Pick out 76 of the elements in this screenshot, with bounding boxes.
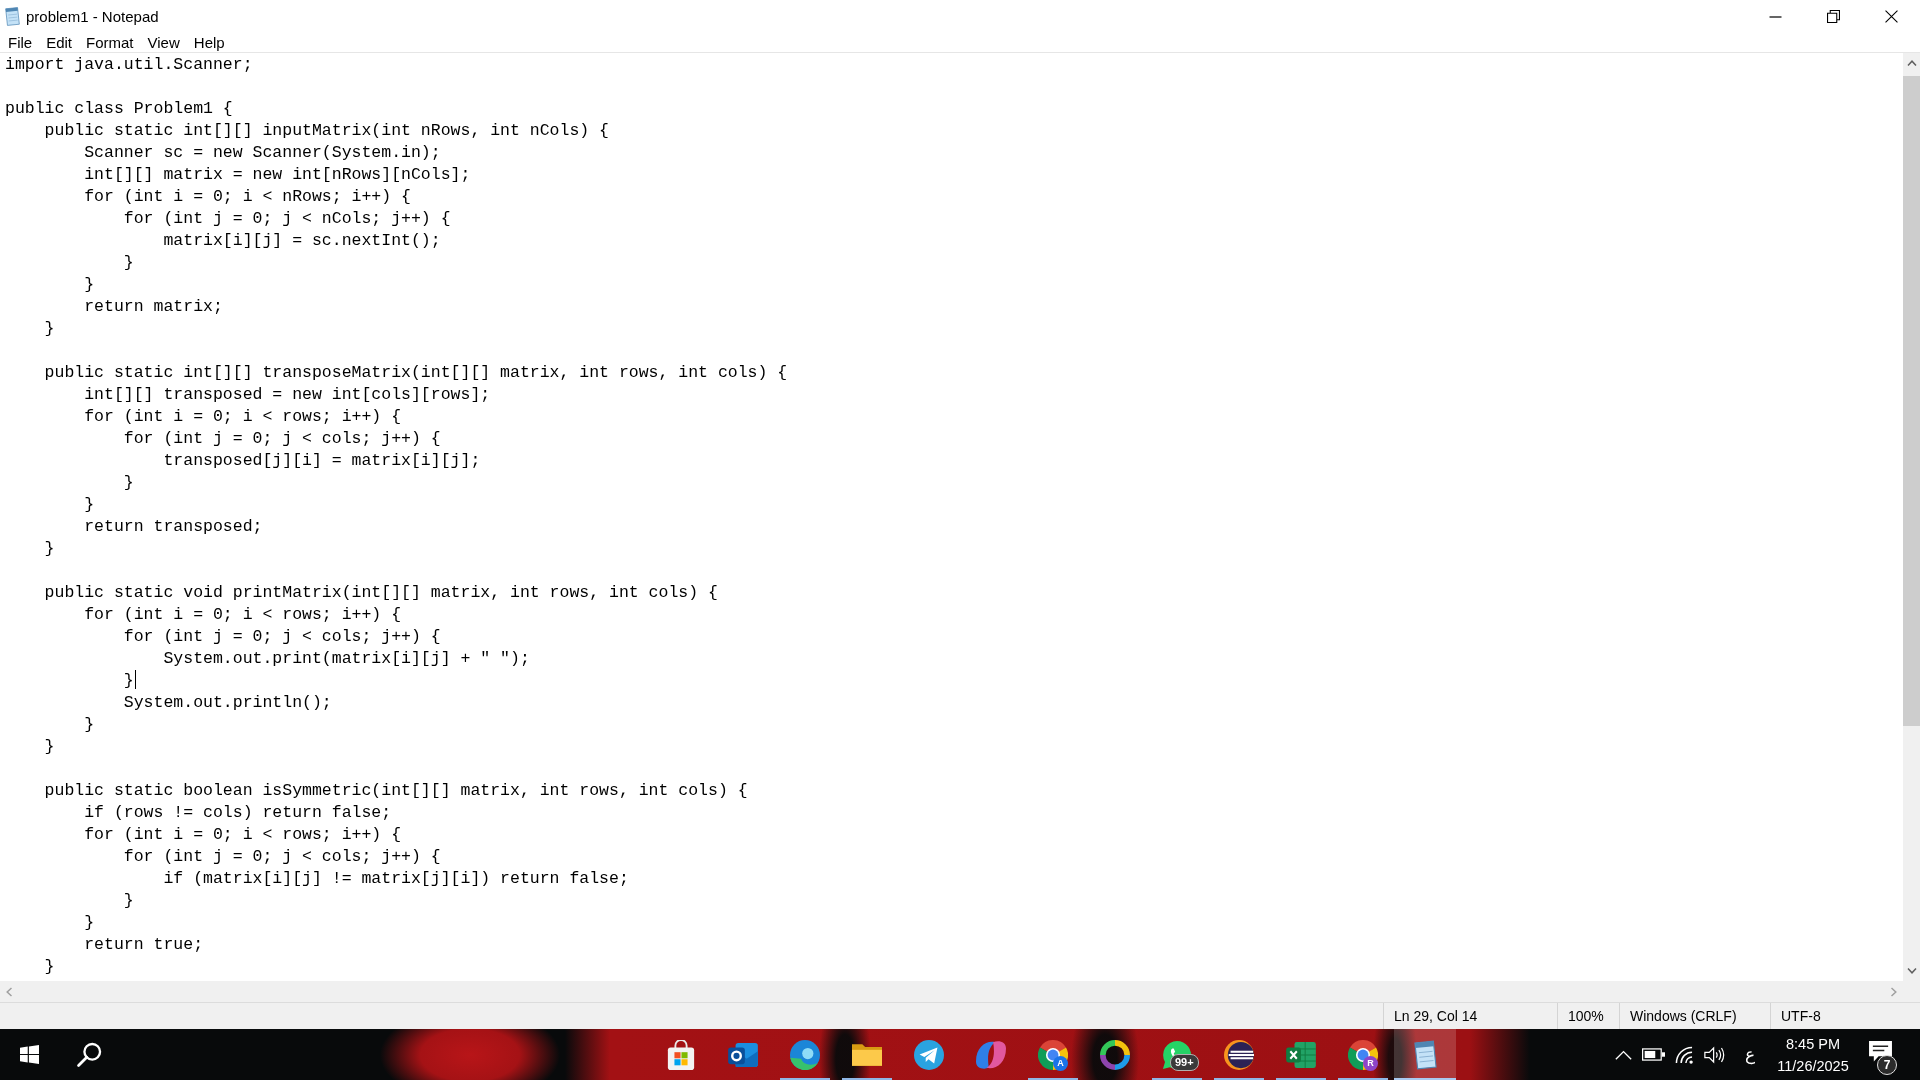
menu-item[interactable]: File [1,33,40,52]
minimize-icon[interactable] [1768,15,1782,18]
swirl-icon[interactable] [790,1039,820,1070]
code-line: for (int i = 0; i < rows; i++) { [83,605,402,624]
code-line: public static boolean isSymmetric(int[][] matrix, int rows, int cols) { [43,781,748,800]
close-icon[interactable] [1884,10,1898,23]
code-line: System.out.println(); [122,693,332,712]
code-line: for (int i = 0; i < rows; i++) { [83,825,402,844]
ribbon-icon[interactable] [976,1040,1006,1069]
code-line: public static int[][] transposeMatrix(int[][] matrix, int rows, int cols) { [43,363,788,382]
code-line: } [83,913,95,932]
count-badge: 99+ [1170,1054,1199,1071]
code-line: return transposed; [83,517,263,536]
clock-button[interactable]: 8:45 PM 11/26/2025 [1770,1029,1856,1080]
notepad-icon [5,7,20,26]
code-line: if (matrix[i][j] != matrix[j][i]) return false; [162,869,629,888]
code-line: for (int j = 0; j < cols; j++) { [122,627,441,646]
code-line: import java.util.Scanner; [5,55,253,74]
shopping-bag-icon[interactable] [666,1039,696,1070]
menu-item[interactable]: Format [79,33,141,52]
mail-icon[interactable] [728,1041,758,1068]
code-line: } [122,891,134,910]
taskbar-button[interactable] [1394,1029,1456,1080]
code-line: public static void printMatrix(int[][] matrix, int rows, int cols) { [43,583,718,602]
code-line: for (int i = 0; i < rows; i++) { [83,407,402,426]
code-line: transposed[j][i] = matrix[i][j]; [162,451,481,470]
code-line: matrix[i][j] = sc.nextInt(); [162,231,441,250]
code-line: Scanner sc = new Scanner(System.in); [83,143,441,162]
menu-item[interactable]: Edit [39,33,80,52]
language-indicator[interactable]: ع [1729,1029,1770,1080]
four-panes-icon[interactable] [19,1045,39,1064]
code-line: } [83,715,95,734]
restore-icon[interactable] [1826,10,1840,23]
code-line: if (rows != cols) return false; [83,803,392,822]
spreadsheet-icon[interactable] [1286,1041,1316,1068]
speaker-icon[interactable] [1703,1045,1725,1064]
code-line: } [83,495,95,514]
code-line: for (int j = 0; j < nCols; j++) { [122,209,451,228]
code-line: for (int i = 0; i < nRows; i++) { [83,187,411,206]
code-line: } [43,957,55,976]
code-line: int[][] matrix = new int[nRows][nCols]; [83,165,471,184]
code-line: } [122,253,134,272]
notification-icon[interactable] [1869,1041,1892,1062]
code-line: for (int j = 0; j < cols; j++) { [122,847,441,866]
scrollbar-thumb[interactable] [1903,76,1920,726]
code-line: public class Problem1 { [5,99,233,118]
count-badge: 7 [1877,1055,1897,1075]
code-line: } [43,319,55,338]
color-ring-icon[interactable] [1100,1039,1130,1070]
paper-plane-icon[interactable] [914,1039,944,1070]
wifi-icon[interactable] [1675,1045,1693,1064]
line-ending: Windows (CRLF) [1630,1008,1737,1024]
code-line: System.out.print(matrix[i][j] + " "); [162,649,530,668]
code-line: for (int j = 0; j < cols; j++) { [122,429,441,448]
zoom-level: 100% [1568,1008,1604,1024]
encoding: UTF-8 [1781,1008,1821,1024]
striped-planet-icon[interactable] [1224,1039,1254,1070]
code-line: return true; [83,935,204,954]
battery-icon[interactable] [1642,1048,1665,1061]
code-line: return matrix; [83,297,223,316]
code-line: public static int[][] inputMatrix(int nRows, int nCols) { [43,121,609,140]
vertical-scrollbar[interactable] [1903,53,1920,981]
code-line: int[][] transposed = new int[cols][rows]; [83,385,491,404]
code-line: } [122,671,134,690]
code-line: } [83,275,95,294]
chevron-down-icon[interactable] [1906,968,1917,974]
code-line: } [43,737,55,756]
notepad-icon[interactable] [1413,1039,1437,1070]
menu-item[interactable]: View [140,33,187,52]
code-line: } [43,539,55,558]
code-line: } [122,473,134,492]
folder-icon[interactable] [852,1043,882,1066]
window-title: problem1 - Notepad [26,8,159,25]
search-icon[interactable] [76,1042,102,1067]
menu-item[interactable]: Help [186,33,232,52]
cursor-position: Ln 29, Col 14 [1394,1008,1478,1024]
